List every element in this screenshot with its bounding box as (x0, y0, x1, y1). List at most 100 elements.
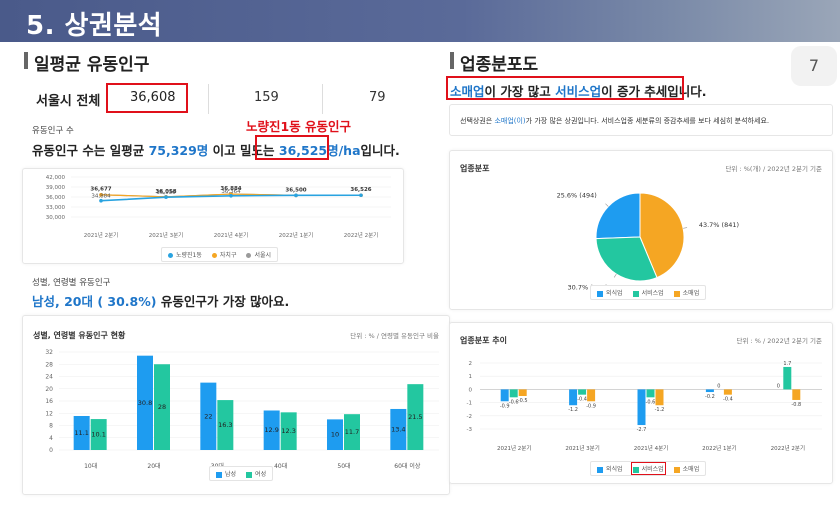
pie-chart-unit: 단위 : %(개) / 2022년 2분기 기준 (725, 165, 822, 173)
divider (322, 84, 323, 114)
x-tick-label: 2021년 3분기 (149, 231, 183, 239)
bar (578, 389, 587, 395)
bar-value-label: -2.7 (637, 427, 647, 433)
bar (783, 366, 792, 390)
pie-chart: 25.6% (494)30.7% (591)43.7% (841) (557, 191, 739, 291)
y-tick-label: 16 (45, 398, 53, 405)
bar (646, 389, 655, 398)
bar-value-label: -1.2 (568, 407, 578, 413)
bar-value-label: -0.4 (723, 397, 733, 403)
bar-value-label: -1.2 (655, 407, 665, 413)
page-number: 7 (791, 46, 837, 86)
legend-item-female: 여성 (246, 469, 266, 478)
x-tick-label: 2021년 4분기 (634, 444, 668, 452)
description-box: 선택상권은 소매업(이)가 가장 많은 상권입니다. 서비스업종 세분류의 증감… (449, 104, 833, 136)
pie-slice-label: 43.7% (841) (699, 221, 739, 229)
y-tick-label: 24 (45, 374, 53, 381)
data-point (294, 193, 298, 198)
bar-value-label: 11.1 (74, 429, 88, 437)
bar (500, 389, 509, 402)
y-tick-label: 39,000 (46, 185, 66, 191)
headline-gender-age: 남성, 20대 ( 30.8%) 유동인구가 가장 많아요. (32, 294, 290, 309)
bar-value-label: 1.7 (783, 361, 791, 367)
x-tick-label: 20대 (147, 462, 160, 470)
header-banner: 5. 상권분석 (0, 0, 840, 42)
y-tick-label: 8 (49, 423, 53, 430)
stat-label: 서울시 전체 (36, 94, 101, 109)
line-chart-card: 42,000 39,000 36,000 33,000 30,000 2021년 2분기 2… (22, 168, 404, 264)
stat-value-2: 159 (254, 90, 279, 105)
legend-item-food: 외식업 (597, 464, 623, 473)
line-chart-legend: 노량진1동 자치구 서울시 (161, 247, 279, 262)
headline-footfall: 유동인구 수는 일평균 75,329명 이고 밀도는 36,525명/ha입니다… (32, 143, 400, 158)
legend-item-male: 남성 (216, 469, 236, 478)
x-tick-label: 60대 이상 (394, 462, 421, 470)
caption-gender-age: 성별, 연령별 유동인구 (32, 278, 111, 288)
y-tick-label: -3 (467, 427, 473, 433)
highlight-box-density (255, 135, 329, 160)
data-label: 36,364 (221, 189, 241, 195)
y-tick-label: 12 (45, 410, 53, 417)
x-tick-label: 10대 (84, 462, 97, 470)
y-tick-label: 0 (49, 447, 53, 454)
bar-value-label: -0.6 (646, 399, 656, 405)
data-label: 36,677 (90, 187, 111, 193)
y-tick-label: -1 (467, 401, 472, 407)
bar-chart-title: 성별, 연령별 유동인구 현황 (33, 331, 126, 340)
y-tick-label: 32 (45, 349, 53, 356)
description-text: 선택상권은 소매업(이)가 가장 많은 상권입니다. 서비스업종 세분류의 증감… (460, 117, 770, 125)
trend-chart-unit: 단위 : % / 2022년 2분기 기준 (736, 337, 823, 345)
y-tick-label: 36,000 (46, 195, 66, 201)
bar-value-label: 30.8 (138, 399, 152, 407)
legend-item-service: 서비스업 (630, 462, 666, 475)
trend-chart: 2 1 0 -1 -2 -3 2021년 2분기 -0.9 -0.6 -0.5 2021년 3분기 -… (467, 361, 822, 452)
x-tick-label: 2021년 2분기 (497, 444, 531, 452)
bar (569, 389, 578, 406)
data-label: 36,500 (285, 187, 306, 193)
divider (208, 84, 209, 114)
y-tick-label: 2 (469, 361, 473, 367)
bar-chart-unit: 단위 : % / 연령별 유동인구 비율 (350, 332, 439, 340)
bar-chart-card: 성별, 연령별 유동인구 현황 단위 : % / 연령별 유동인구 비율 0 4 8… (22, 315, 450, 495)
highlight-box-industry (446, 76, 684, 100)
data-point (359, 193, 363, 198)
pie-chart-card: 업종분포 단위 : %(개) / 2022년 2분기 기준 25.6% (494… (449, 150, 833, 310)
bar (655, 389, 664, 406)
y-tick-label: 42,000 (46, 175, 66, 181)
stat-value-seoul: 36,608 (130, 90, 176, 105)
x-tick-label: 2022년 1분기 (702, 444, 736, 452)
bar-value-label: 22 (204, 412, 212, 420)
x-tick-label: 50대 (337, 462, 350, 470)
caption-footfall: 유동인구 수 (32, 126, 74, 136)
y-tick-label: 4 (49, 435, 53, 442)
y-tick-label: 28 (45, 361, 53, 368)
section-title-industry: 업종분포도 (450, 50, 538, 75)
data-label: 35,936 (156, 190, 176, 196)
y-tick-label: -2 (467, 414, 472, 420)
bar-value-label: 21.5 (408, 413, 422, 421)
stat-value-3: 79 (369, 90, 386, 105)
pie-chart-legend: 외식업 서비스업 소매업 (590, 285, 707, 300)
section-title-footfall: 일평균 유동인구 (24, 50, 149, 75)
bar (792, 389, 801, 400)
bar (587, 389, 596, 402)
legend-item-seoul: 서울시 (246, 250, 271, 259)
y-tick-label: 0 (469, 387, 473, 393)
x-tick-label: 2022년 2분기 (344, 231, 378, 239)
bar-value-label: 12.9 (264, 426, 278, 434)
pie-leader-line (683, 227, 688, 229)
y-tick-label: 20 (45, 386, 53, 393)
data-label: 34,884 (91, 194, 111, 200)
bar-value-label: 13.4 (391, 425, 405, 433)
bar (509, 389, 518, 398)
pie-slice-label: 25.6% (494) (557, 191, 597, 199)
legend-item-gu: 자치구 (211, 250, 236, 259)
y-tick-label: 1 (469, 374, 473, 380)
bar-value-label: 16.3 (218, 421, 232, 429)
bar (705, 389, 714, 393)
bar-value-label: -0.8 (791, 402, 801, 408)
bar-value-label: -0.5 (518, 398, 528, 404)
bar-value-label: 0 (777, 383, 780, 389)
pie-leader-line (613, 273, 617, 278)
bar-value-label: -0.4 (577, 397, 587, 403)
